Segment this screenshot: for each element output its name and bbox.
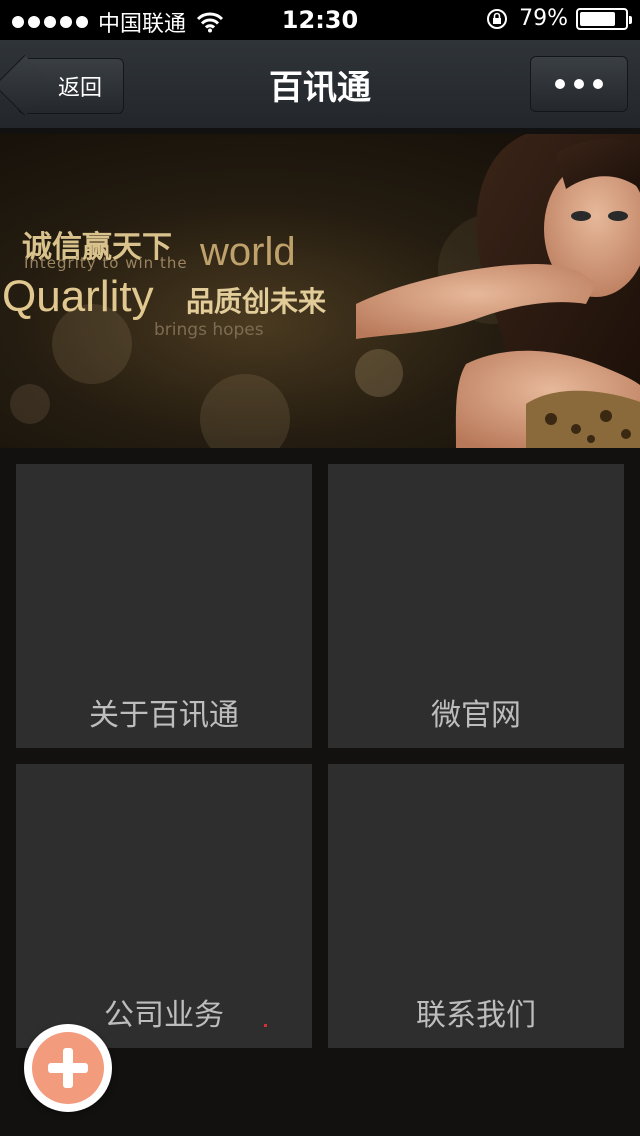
tile-about[interactable]: 关于百讯通 (16, 464, 312, 748)
rotation-lock-icon (487, 8, 508, 29)
wifi-icon (196, 12, 224, 33)
back-button-label: 返回 (57, 76, 102, 101)
banner-slogan-cn: 品质创未来 (186, 285, 327, 318)
navigation-bar: 返回 百讯通 (0, 40, 640, 130)
more-dots-icon (555, 79, 565, 89)
back-button[interactable]: 返回 (18, 58, 124, 114)
banner-tagline: Integrity to win the (24, 254, 188, 272)
battery-icon (576, 7, 632, 30)
status-left: 中国联通 (12, 6, 224, 38)
signal-strength-icon (12, 16, 88, 28)
battery-fill (580, 11, 615, 26)
more-button[interactable] (530, 56, 628, 112)
red-dot-marker (264, 1024, 267, 1027)
model-photo (356, 134, 640, 448)
tile-micro-site-label: 微官网 (431, 698, 521, 733)
tile-contact-us[interactable]: 联系我们 (328, 764, 624, 1048)
add-fab-button[interactable] (24, 1024, 112, 1112)
tile-contact-us-label: 联系我们 (416, 998, 536, 1033)
tile-company-business[interactable]: 公司业务 (16, 764, 312, 1048)
promo-banner[interactable]: 诚信赢天下 world Integrity to win the Quarlit… (0, 134, 640, 448)
tile-about-label: 关于百讯通 (89, 698, 239, 733)
tile-micro-site[interactable]: 微官网 (328, 464, 624, 748)
status-bar: 中国联通 12:30 79% (0, 0, 640, 40)
banner-subtagline: brings hopes (154, 320, 264, 340)
carrier-name: 中国联通 (98, 12, 187, 37)
banner-word-quarlity: Quarlity (2, 272, 154, 321)
banner-word-world: world (200, 230, 296, 274)
status-right: 79% (485, 6, 632, 31)
battery-percent: 79% (519, 6, 568, 31)
